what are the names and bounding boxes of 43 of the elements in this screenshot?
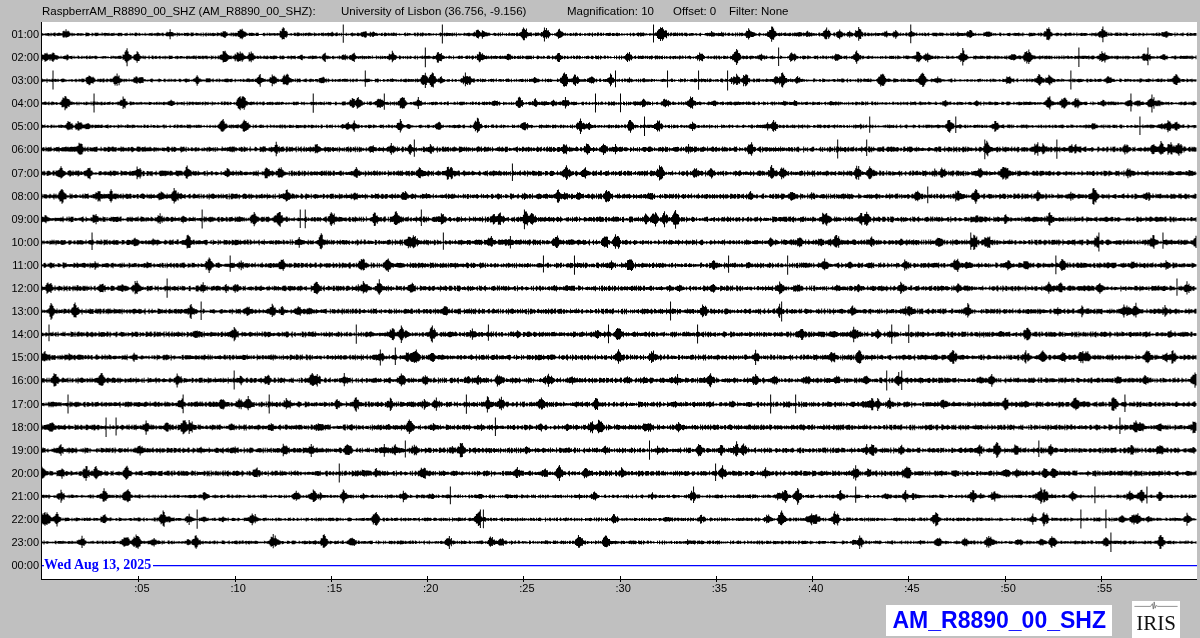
hour-label: 08:00	[10, 188, 40, 204]
hour-label: 09:00	[10, 211, 40, 227]
tick-label: :55	[1096, 582, 1113, 594]
hour-label: 16:00	[10, 373, 40, 389]
tick-label: :20	[423, 582, 439, 594]
tick-label: :35	[711, 582, 728, 594]
tick-label: :10	[230, 582, 246, 594]
logo: IRIS	[1132, 601, 1180, 638]
location-text: University of Lisbon (36.756, -9.156)	[341, 5, 528, 17]
hour-label: 06:00	[10, 142, 40, 158]
hour-label: 14:00	[10, 327, 40, 343]
hour-label: 19:00	[10, 442, 40, 458]
tick-label: :45	[904, 582, 920, 594]
hour-label: 21:00	[10, 488, 40, 504]
hour-label: 07:00	[10, 165, 40, 181]
hour-label: 01:00	[10, 27, 40, 42]
hour-label: 15:00	[10, 350, 40, 366]
station-title: RaspberrAM_R8890_00_SHZ (AM_R8890_00_SHZ):	[42, 5, 317, 17]
hour-label: 11:00	[11, 257, 40, 273]
offset-text: Offset: 0	[673, 5, 718, 17]
hour-label: 03:00	[10, 73, 40, 89]
hour-label: 18:00	[10, 419, 40, 435]
hour-label: 12:00	[10, 281, 40, 297]
station-badge: AM_R8890_00_SHZ	[886, 604, 1112, 636]
hour-label: 00:00	[10, 558, 40, 574]
tick-label: :40	[808, 582, 824, 594]
hour-label: 22:00	[10, 511, 40, 527]
hour-label: 13:00	[10, 304, 40, 320]
hour-label: 20:00	[10, 465, 40, 481]
tick-label: :15	[326, 582, 343, 594]
hour-label: 23:00	[10, 535, 40, 551]
hour-label: 04:00	[10, 96, 40, 112]
hour-label: 17:00	[10, 396, 40, 412]
date-label: Wed Aug 13, 2025	[44, 557, 154, 574]
magnification-text: Magnification: 10	[567, 5, 655, 17]
tick-label: :05	[134, 582, 150, 594]
hour-label: 02:00	[10, 50, 40, 66]
filter-text: Filter: None	[729, 5, 789, 17]
hour-label: 05:00	[10, 119, 40, 135]
tick-label: :30	[615, 582, 631, 594]
tick-label: :25	[519, 582, 535, 594]
hour-label: 10:00	[10, 234, 40, 250]
tick-label: :50	[1000, 582, 1016, 594]
